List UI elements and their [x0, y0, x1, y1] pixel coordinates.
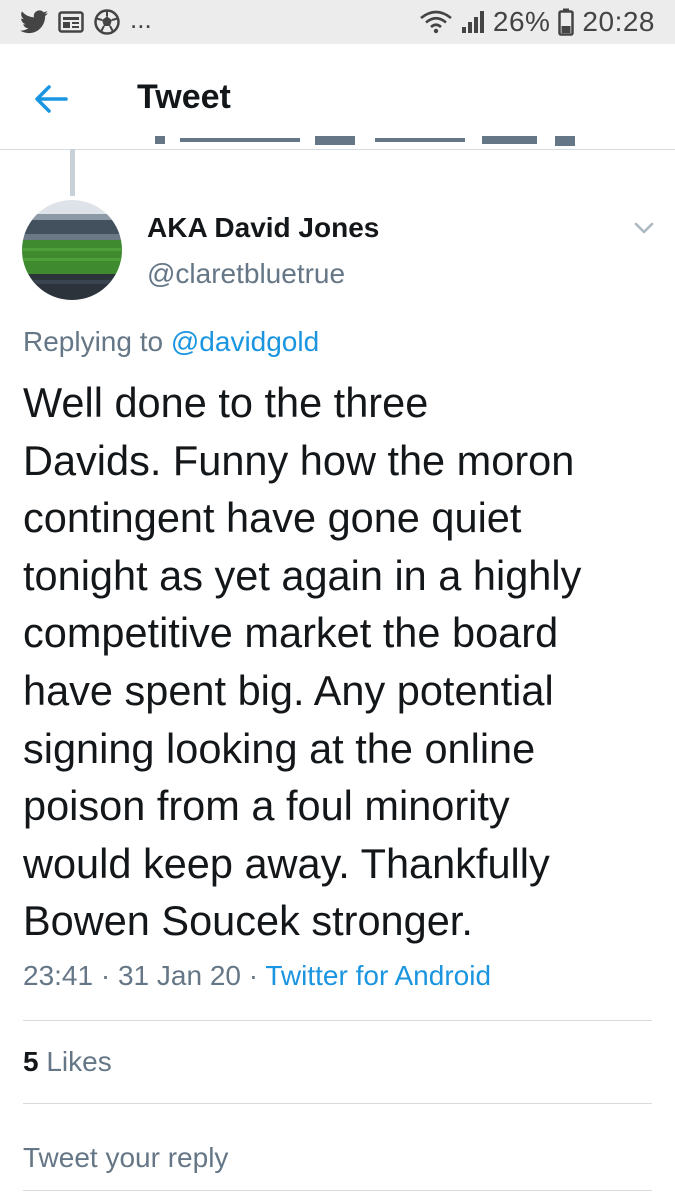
- football-icon: [94, 9, 120, 35]
- app-header: Tweet: [0, 44, 675, 150]
- tweet-date: 31 Jan 20: [117, 960, 241, 991]
- tweet-text-line: competitive market the board: [23, 609, 559, 657]
- twitter-bird-icon: [20, 10, 48, 34]
- avatar-stadium-image: [22, 200, 122, 300]
- clock: 20:28: [582, 6, 655, 37]
- tweet-time: 23:41: [23, 960, 94, 991]
- replying-to: Replying to @davidgold: [23, 326, 319, 358]
- tweet-text-line: would keep away. Thankfully: [23, 839, 550, 887]
- likes-count-link[interactable]: 5 Likes: [23, 1046, 112, 1078]
- tweet-text-line: signing looking at the online: [23, 724, 536, 772]
- tweet-text-line: tonight as yet again in a highly: [23, 551, 582, 599]
- wifi-icon: [420, 10, 452, 34]
- signal-icon: [461, 11, 484, 33]
- author-name[interactable]: AKA David Jones: [147, 212, 379, 244]
- status-bar-notifications: ...: [20, 4, 152, 36]
- divider: [23, 1190, 652, 1191]
- replying-to-label: Replying to: [23, 326, 164, 357]
- more-notifications-indicator: ...: [130, 4, 152, 34]
- likes-count: 5: [23, 1046, 39, 1077]
- news-app-icon: [58, 11, 84, 33]
- chevron-down-icon: [634, 222, 654, 234]
- replying-to-mention-link[interactable]: @davidgold: [171, 326, 319, 357]
- battery-icon: [558, 8, 575, 36]
- battery-percentage: 26%: [492, 6, 551, 37]
- tweet-text-line: poison from a foul minority: [23, 782, 510, 830]
- avatar[interactable]: [22, 200, 122, 300]
- tweet-text-line: Davids. Funny how the moron: [23, 436, 575, 484]
- divider: [23, 1103, 652, 1104]
- author-handle[interactable]: @claretbluetrue: [147, 258, 345, 290]
- divider: [23, 1020, 652, 1021]
- tweet-text-line: Bowen Soucek stronger.: [23, 897, 473, 945]
- page-title: Tweet: [137, 78, 231, 116]
- reply-input[interactable]: [23, 1138, 652, 1178]
- arrow-left-icon: [35, 85, 68, 113]
- tweet-source-link[interactable]: Twitter for Android: [265, 960, 491, 991]
- tweet-text-line: contingent have gone quiet: [23, 494, 522, 542]
- likes-label: Likes: [46, 1046, 112, 1077]
- tweet-meta: 23:41 · 31 Jan 20 · Twitter for Android: [23, 960, 491, 992]
- tweet-text: Well done to the three Davids. Funny how…: [23, 374, 653, 950]
- tweet-options-button[interactable]: [633, 220, 655, 236]
- status-bar: ... 26% 20:28: [0, 0, 675, 44]
- status-bar-system: 26% 20:28: [419, 6, 655, 38]
- meta-separator: ·: [100, 960, 118, 991]
- tweet-text-line: Well done to the three: [23, 379, 429, 426]
- previous-tweet-cut-off: [150, 136, 590, 152]
- thread-connector-line: [70, 149, 75, 196]
- tweet-text-line: have spent big. Any potential: [23, 666, 554, 714]
- meta-separator: ·: [248, 960, 266, 991]
- back-button[interactable]: [30, 79, 70, 119]
